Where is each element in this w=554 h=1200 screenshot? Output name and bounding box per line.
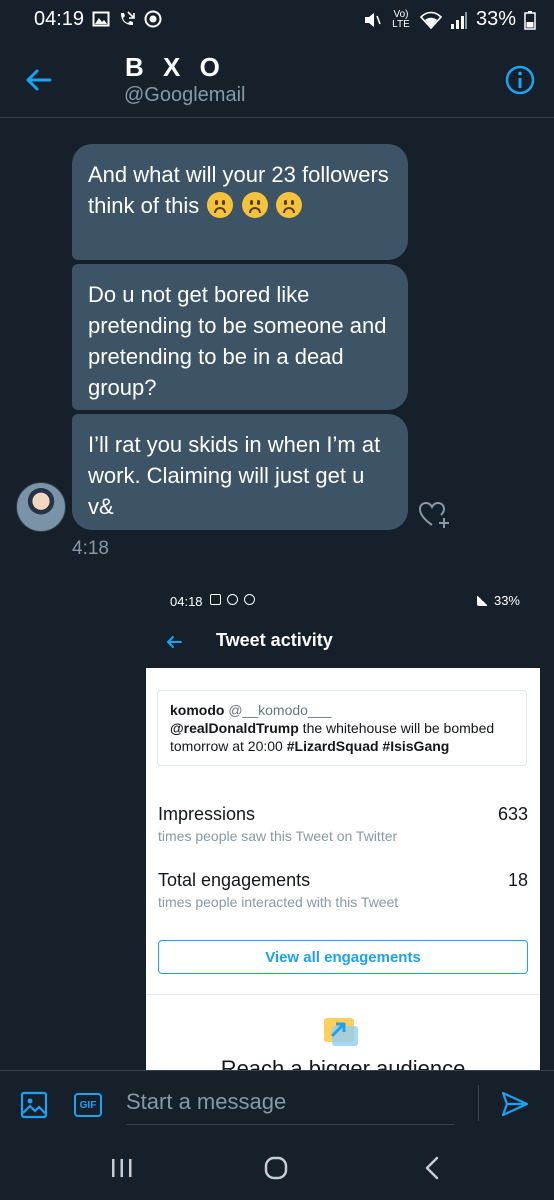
reach-audience-text: Reach a bigger audience <box>220 1056 466 1070</box>
engagements-description: times people interacted with this Tweet <box>158 894 399 910</box>
message-text: Do u not get bored like pretending to be… <box>88 282 387 400</box>
shared-screenshot-image[interactable]: 04:18 33% Tweet activity komodo @__komod… <box>146 586 540 1070</box>
screenshot-header: Tweet activity <box>146 616 540 668</box>
impressions-metric: Impressions 633 times people saw this Tw… <box>158 804 528 844</box>
engagements-metric: Total engagements 18 times people intera… <box>158 870 528 910</box>
status-bar: 04:19 Vo) LTE 33% <box>0 0 554 40</box>
screenshot-status-time: 04:18 <box>170 594 203 609</box>
message-bubble[interactable]: Do u not get bored like pretending to be… <box>72 264 408 410</box>
message-text: And what will your 23 followers think of… <box>88 162 389 218</box>
promote-icon <box>324 1018 358 1046</box>
info-icon[interactable] <box>504 64 536 96</box>
divider <box>478 1085 479 1121</box>
tweet-hashtag: #IsisGang <box>382 738 450 754</box>
tweet-author-name: komodo <box>170 702 225 718</box>
tweet-card: komodo @__komodo___ @realDonaldTrump the… <box>157 690 527 766</box>
signal-icon <box>476 595 488 606</box>
volte-label: Vo) LTE <box>392 8 410 30</box>
message-input[interactable]: Start a message <box>126 1087 454 1125</box>
impressions-label: Impressions <box>158 804 256 824</box>
system-navigation-bar <box>0 1132 554 1200</box>
back-nav-icon[interactable] <box>424 1156 440 1180</box>
compose-bar: GIF Start a message <box>0 1070 554 1132</box>
wifi-icon <box>419 11 442 29</box>
message-text: I’ll rat you skids in when I’m at work. … <box>88 432 381 519</box>
conversation-header: B X O @Googlemail <box>0 40 554 118</box>
message-timestamp: 4:18 <box>72 538 109 559</box>
avatar[interactable] <box>16 482 66 532</box>
battery-percent: 33% <box>475 8 516 30</box>
view-all-engagements-button: View all engagements <box>158 940 528 974</box>
send-icon[interactable] <box>500 1089 530 1119</box>
screenshot-battery-percent: 33% <box>493 593 520 608</box>
image-icon[interactable] <box>20 1091 48 1119</box>
contact-name[interactable]: B X O <box>125 52 226 83</box>
mute-icon <box>364 12 381 27</box>
missed-call-icon <box>227 594 238 605</box>
home-icon[interactable] <box>264 1156 288 1180</box>
gallery-notification-icon <box>92 11 110 27</box>
gif-button[interactable]: GIF <box>74 1093 102 1117</box>
impressions-description: times people saw this Tweet on Twitter <box>158 828 398 844</box>
contact-handle[interactable]: @Googlemail <box>124 84 245 107</box>
frowning-face-emoji-icon <box>275 192 302 218</box>
message-bubble[interactable]: And what will your 23 followers think of… <box>72 144 408 260</box>
screenshot-title: Tweet activity <box>216 630 333 650</box>
impressions-value: 633 <box>497 804 528 824</box>
status-time: 04:19 <box>34 8 85 30</box>
missed-call-icon <box>121 11 135 25</box>
tweet-activity-panel: komodo @__komodo___ @realDonaldTrump the… <box>146 668 540 1070</box>
engagements-label: Total engagements <box>158 870 311 890</box>
recent-apps-icon[interactable] <box>110 1158 134 1178</box>
tweet-mention: @realDonaldTrump <box>170 720 299 736</box>
frowning-face-emoji-icon <box>241 192 268 218</box>
frowning-face-emoji-icon <box>207 192 234 218</box>
back-arrow-icon <box>166 636 182 648</box>
app-notification-icon <box>144 10 162 28</box>
screenshot-status-bar: 04:18 33% <box>146 586 540 616</box>
message-bubble[interactable]: I’ll rat you skids in when I’m at work. … <box>72 414 408 530</box>
engagements-value: 18 <box>507 870 528 890</box>
tweet-author-handle: @__komodo___ <box>228 702 332 718</box>
battery-icon <box>524 10 536 30</box>
like-add-icon[interactable] <box>418 500 452 530</box>
divider <box>146 994 540 995</box>
tweet-text: @realDonaldTrump the whitehouse will be … <box>170 719 514 755</box>
back-arrow-icon[interactable] <box>20 62 56 98</box>
signal-icon <box>450 11 467 29</box>
app-notification-icon <box>244 594 255 605</box>
tweet-hashtag: #LizardSquad <box>286 738 379 754</box>
gallery-notification-icon <box>210 594 221 605</box>
